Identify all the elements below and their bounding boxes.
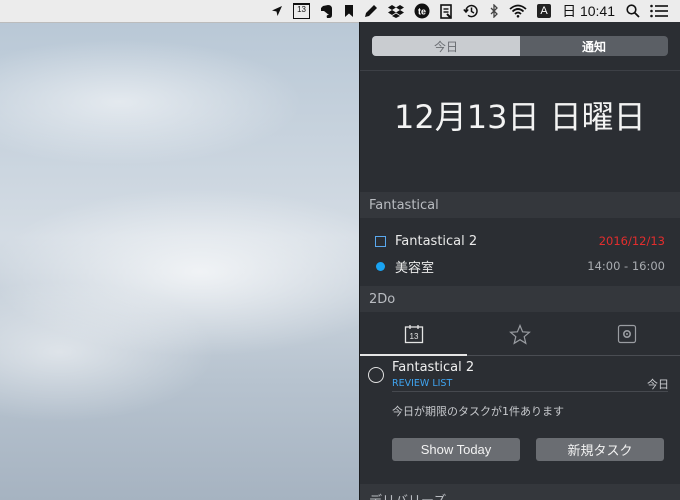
twodo-section-header[interactable]: 2Do	[360, 286, 680, 312]
fantastical-item-label: 美容室	[395, 260, 435, 276]
svg-text:te: te	[418, 7, 426, 17]
star-icon[interactable]	[467, 312, 573, 356]
bookmark-icon[interactable]	[344, 0, 354, 22]
task-complete-circle[interactable]	[368, 367, 384, 383]
time-machine-icon[interactable]	[463, 0, 479, 22]
date-title: 12月13日 日曜日	[394, 98, 646, 136]
active-tab-indicator	[360, 354, 467, 356]
show-today-button[interactable]: Show Today	[392, 438, 520, 461]
te-icon[interactable]: te	[414, 0, 430, 22]
calendar-13-icon[interactable]: 13	[360, 312, 467, 356]
calendar-icon[interactable]: 13	[293, 0, 311, 22]
divider	[360, 70, 680, 71]
twodo-tabs: 13	[360, 312, 680, 356]
location-arrow-icon[interactable]	[271, 0, 283, 22]
fantastical-item[interactable]: 美容室 14:00 - 16:00	[360, 254, 680, 278]
bluetooth-icon[interactable]	[489, 0, 499, 22]
wifi-icon[interactable]	[509, 0, 527, 22]
fantastical-item-label: Fantastical 2	[395, 233, 478, 249]
tab-today[interactable]: 今日	[372, 36, 520, 56]
notification-center-panel: 今日 通知 12月13日 日曜日 Fantastical Fantastical…	[360, 22, 680, 500]
settings-icon[interactable]	[573, 312, 680, 356]
fantastical-section-header[interactable]: Fantastical	[360, 192, 680, 218]
fantastical-item-time: 14:00 - 16:00	[587, 259, 665, 273]
menu-bar: 13 te A 日 10:41	[0, 0, 680, 23]
task-title[interactable]: Fantastical 2	[392, 360, 474, 375]
dropbox-icon[interactable]	[388, 0, 405, 22]
input-source-icon[interactable]: A	[537, 0, 552, 22]
document-icon[interactable]	[440, 0, 453, 22]
task-checkbox[interactable]	[375, 235, 386, 247]
divider	[392, 391, 668, 392]
event-dot	[376, 261, 385, 271]
notification-center-icon[interactable]	[650, 0, 668, 22]
pencil-icon[interactable]	[364, 0, 378, 22]
tab-notifications[interactable]: 通知	[520, 36, 668, 56]
menu-bar-clock[interactable]: 日 10:41	[562, 1, 615, 21]
fantastical-item-date: 2016/12/13	[598, 234, 665, 248]
task-list-name: REVIEW LIST	[392, 378, 453, 389]
spotlight-icon[interactable]	[626, 0, 640, 22]
new-task-button[interactable]: 新規タスク	[536, 438, 664, 461]
task-due: 今日	[647, 378, 669, 391]
svg-text:13: 13	[409, 332, 418, 341]
view-segmented-control: 今日 通知	[372, 36, 668, 56]
evernote-icon[interactable]	[320, 0, 334, 22]
fantastical-item[interactable]: Fantastical 2 2016/12/13	[360, 229, 680, 253]
due-summary-message: 今日が期限のタスクが1件あります	[392, 405, 564, 418]
deliveries-section-header[interactable]: デリバリーズ	[369, 490, 446, 500]
